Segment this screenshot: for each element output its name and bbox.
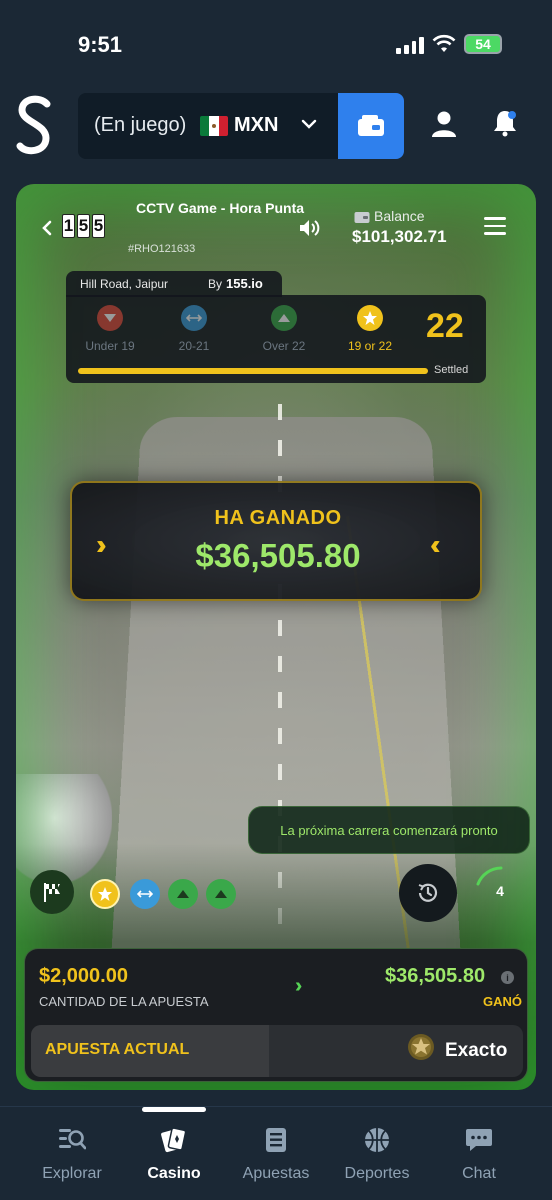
arrows-horizontal-icon [181, 305, 207, 331]
menu-icon[interactable] [484, 217, 506, 235]
logo-digit: 5 [92, 214, 105, 238]
checkered-flag-icon [44, 883, 60, 902]
speaker-icon[interactable] [298, 218, 320, 243]
option-20-21[interactable]: 20-21 [154, 305, 234, 353]
balance-value: $101,302.71 [352, 227, 447, 246]
arrow-down-icon [97, 305, 123, 331]
play-status-label: (En juego) [94, 114, 187, 136]
bet-summary: $2,000.00 CANTIDAD DE LA APUESTA ›› $36,… [24, 948, 528, 1082]
chat-icon [429, 1125, 529, 1155]
logo-digit: 5 [77, 214, 90, 238]
basketball-icon [327, 1125, 427, 1155]
current-bet-row: APUESTA ACTUAL Exacto [31, 1025, 523, 1077]
star-icon [357, 305, 383, 331]
current-bet-label: APUESTA ACTUAL [45, 1041, 190, 1058]
status-time: 9:51 [78, 32, 123, 57]
option-label: Over 22 [262, 339, 306, 353]
race-flag-button[interactable] [30, 870, 74, 914]
game-logo: 1 5 5 [62, 214, 105, 238]
countdown-value: 4 [496, 883, 504, 899]
logo-digit: 1 [62, 214, 75, 238]
history-arrow-up-icon [168, 879, 198, 909]
result-number: 22 [426, 307, 464, 345]
round-id: #RHO121633 [128, 243, 196, 255]
chevron-down-icon [300, 115, 318, 138]
nav-item-deportes[interactable]: Deportes [327, 1125, 427, 1183]
signal-icon [396, 36, 424, 54]
bottom-nav: Explorar Casino Apuestas Deportes Chat [0, 1106, 552, 1200]
round-progress-bar [78, 368, 428, 374]
game-title: CCTV Game - Hora Punta [135, 200, 305, 216]
back-arrow-icon[interactable] [40, 220, 54, 241]
nav-label: Apuestas [242, 1165, 310, 1182]
flag-mexico-icon [200, 116, 228, 136]
history-arrow-up-icon [206, 879, 236, 909]
nav-label: Deportes [344, 1165, 410, 1182]
option-label: 20-21 [178, 339, 210, 353]
game-card: 1 5 5 CCTV Game - Hora Punta #RHO121633 … [16, 184, 536, 1090]
win-label: HA GANADO [214, 507, 342, 529]
user-icon[interactable] [430, 110, 458, 143]
bet-options-panel: Under 19 20-21 Over 22 19 or 22 22 Settl… [66, 295, 486, 383]
arrow-up-icon [271, 305, 297, 331]
settled-label: Settled [434, 364, 469, 376]
explore-icon [22, 1125, 122, 1155]
star-icon [407, 1033, 435, 1066]
location-tab: Hill Road, Jaipur By 155.io [66, 271, 282, 297]
info-icon[interactable]: i [501, 971, 514, 984]
current-bet-value: Exacto [445, 1040, 508, 1061]
stake-value: $2,000.00 [39, 965, 128, 987]
wallet-button[interactable] [338, 93, 404, 159]
nav-item-explorar[interactable]: Explorar [22, 1125, 122, 1183]
brand-name: 155.io [226, 276, 263, 291]
win-amount: $36,505.80 [195, 537, 361, 574]
bell-icon[interactable] [490, 108, 520, 143]
by-label: By [208, 277, 223, 291]
nav-item-apuestas[interactable]: Apuestas [226, 1125, 326, 1183]
nav-item-casino[interactable]: Casino [124, 1125, 224, 1183]
history-star-icon [90, 879, 120, 909]
location-name: Hill Road, Jaipur [80, 277, 169, 291]
history-clock-icon [418, 883, 438, 902]
balance-label: Balance [374, 208, 425, 224]
double-chevron-left-icon: ‹‹ [430, 529, 440, 560]
option-19-or-22[interactable]: 19 or 22 [330, 305, 410, 353]
cards-icon [124, 1125, 224, 1155]
option-over-22[interactable]: Over 22 [244, 305, 324, 353]
history-arrows-horizontal-icon [130, 879, 160, 909]
nav-label: Explorar [42, 1165, 102, 1182]
wallet-icon [358, 115, 384, 136]
win-banner: ›› HA GANADO $36,505.80 ‹‹ [70, 481, 482, 601]
nav-active-indicator [142, 1107, 206, 1112]
option-label: Under 19 [85, 339, 135, 353]
nav-label: Casino [147, 1165, 201, 1182]
history-button[interactable] [399, 864, 457, 922]
logo-s-icon[interactable] [14, 94, 54, 158]
currency-code: MXN [234, 114, 279, 136]
won-label: GANÓ [483, 994, 522, 1009]
option-under-19[interactable]: Under 19 [70, 305, 150, 353]
bets-list-icon [226, 1125, 326, 1155]
nav-item-chat[interactable]: Chat [429, 1125, 529, 1183]
next-race-toast: La próxima carrera comenzará pronto [248, 806, 530, 854]
stake-label: CANTIDAD DE LA APUESTA [39, 994, 209, 1009]
nav-label: Chat [462, 1165, 496, 1182]
wifi-icon [432, 34, 456, 59]
battery-indicator: 54 [464, 34, 502, 54]
option-label: 19 or 22 [347, 339, 393, 353]
won-value: $36,505.80 [385, 965, 486, 987]
double-chevron-right-icon: ›› [295, 975, 304, 997]
